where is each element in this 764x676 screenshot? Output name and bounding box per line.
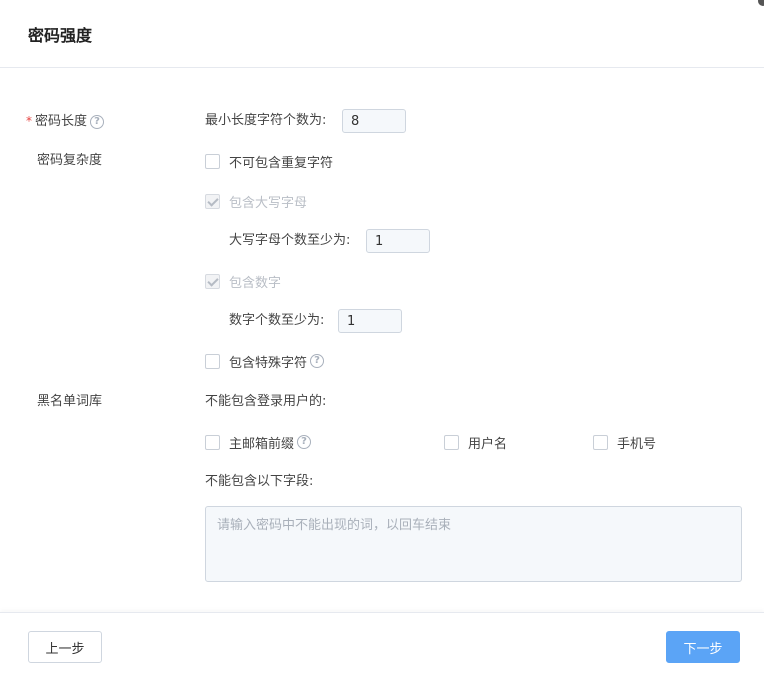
blacklist-label: 黑名单词库 bbox=[37, 394, 103, 409]
next-step-button[interactable]: 下一步 bbox=[666, 631, 740, 663]
uppercase-option[interactable]: 包含大写字母 bbox=[205, 192, 308, 211]
no-repeat-option[interactable]: 不可包含重复字符 bbox=[205, 152, 334, 171]
min-length-label: 最小长度字符个数为: bbox=[205, 113, 327, 128]
special-chars-checkbox[interactable] bbox=[205, 353, 220, 369]
email-prefix-option[interactable]: 主邮箱前缀 ? bbox=[205, 433, 312, 452]
email-prefix-label: 主邮箱前缀 bbox=[229, 436, 295, 452]
password-length-label-group: * 密码长度? bbox=[26, 112, 105, 131]
digits-min-input[interactable] bbox=[338, 309, 402, 333]
user-fields-label: 不能包含登录用户的: bbox=[205, 394, 327, 409]
special-chars-option[interactable]: 包含特殊字符 ? bbox=[205, 352, 325, 371]
complexity-label: 密码复杂度 bbox=[37, 153, 103, 168]
password-length-label: 密码长度 bbox=[35, 114, 88, 129]
uppercase-checkbox[interactable] bbox=[205, 193, 220, 209]
digits-label: 包含数字 bbox=[229, 275, 282, 291]
help-icon[interactable]: ? bbox=[297, 435, 312, 449]
digits-checkbox[interactable] bbox=[205, 273, 220, 289]
previous-step-button[interactable]: 上一步 bbox=[28, 631, 102, 663]
min-length-input[interactable] bbox=[342, 109, 406, 133]
uppercase-min-input[interactable] bbox=[366, 229, 430, 253]
phone-option[interactable]: 手机号 bbox=[593, 433, 657, 452]
phone-checkbox[interactable] bbox=[593, 434, 608, 450]
dialog-footer: 上一步 下一步 bbox=[0, 612, 764, 676]
phone-label: 手机号 bbox=[617, 436, 657, 452]
uppercase-min-label: 大写字母个数至少为: bbox=[229, 233, 351, 248]
digits-option[interactable]: 包含数字 bbox=[205, 272, 282, 291]
help-icon[interactable]: ? bbox=[310, 354, 325, 368]
email-prefix-checkbox[interactable] bbox=[205, 434, 220, 450]
password-strength-dialog: 密码强度 *密码长度? 最小长度字符个数为: 密码复杂度 不可包含重复字符 包含… bbox=[0, 0, 764, 676]
special-chars-label: 包含特殊字符 bbox=[229, 355, 308, 371]
no-repeat-checkbox[interactable] bbox=[205, 153, 220, 169]
username-option[interactable]: 用户名 bbox=[444, 433, 508, 452]
dialog-header: 密码强度 bbox=[0, 0, 764, 68]
digits-min-label: 数字个数至少为: bbox=[229, 313, 325, 328]
no-repeat-label: 不可包含重复字符 bbox=[229, 155, 334, 171]
required-mark: * bbox=[26, 114, 32, 128]
blacklist-words-textarea[interactable] bbox=[205, 506, 742, 582]
uppercase-label: 包含大写字母 bbox=[229, 195, 308, 211]
username-label: 用户名 bbox=[468, 436, 508, 452]
username-checkbox[interactable] bbox=[444, 434, 459, 450]
help-icon[interactable]: ? bbox=[90, 114, 105, 129]
dialog-title: 密码强度 bbox=[28, 26, 93, 45]
blacklist-fields-label: 不能包含以下字段: bbox=[205, 474, 314, 489]
